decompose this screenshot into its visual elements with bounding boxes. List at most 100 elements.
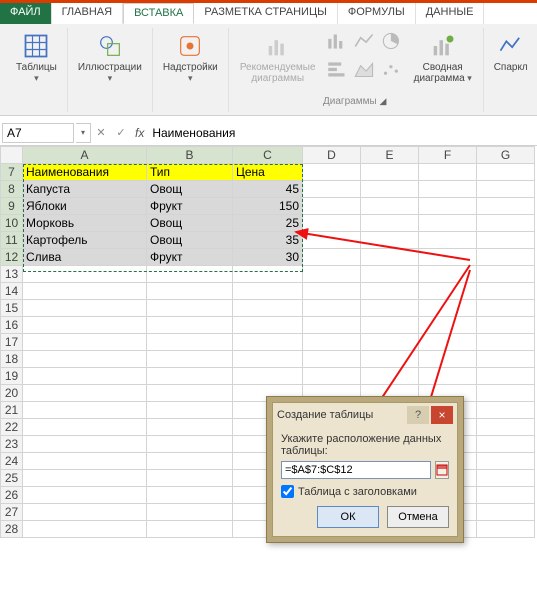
row-header[interactable]: 14 (1, 283, 23, 300)
cell[interactable] (419, 164, 477, 181)
name-box[interactable] (2, 123, 74, 143)
row-header[interactable]: 7 (1, 164, 23, 181)
cell[interactable] (361, 198, 419, 215)
cell[interactable]: 150 (233, 198, 303, 215)
pivot-chart-button[interactable]: Сводная диаграмма (409, 30, 477, 86)
row-header[interactable]: 15 (1, 300, 23, 317)
col-header-e[interactable]: E (361, 147, 419, 164)
dialog-titlebar[interactable]: Создание таблицы ? × (273, 403, 457, 427)
dialog-close-button[interactable]: × (431, 406, 453, 424)
sparklines-button[interactable]: Спаркл (490, 30, 532, 75)
illustrations-button[interactable]: Иллюстрации (74, 30, 146, 86)
cell[interactable] (361, 215, 419, 232)
cell[interactable] (303, 164, 361, 181)
select-all-cell[interactable] (1, 147, 23, 164)
cell[interactable]: 45 (233, 181, 303, 198)
cell[interactable]: Овощ (147, 232, 233, 249)
scatter-chart-icon[interactable] (379, 59, 405, 81)
charts-dialog-launcher[interactable]: ◢ (379, 96, 388, 106)
cell[interactable] (419, 181, 477, 198)
row-header[interactable]: 12 (1, 249, 23, 266)
cell[interactable] (361, 164, 419, 181)
range-selector-button[interactable] (435, 461, 449, 479)
cell[interactable]: Фрукт (147, 198, 233, 215)
row-header[interactable]: 11 (1, 232, 23, 249)
cell[interactable] (477, 249, 535, 266)
tab-page-layout[interactable]: РАЗМЕТКА СТРАНИЦЫ (194, 3, 337, 24)
cell[interactable] (303, 215, 361, 232)
row-header[interactable]: 10 (1, 215, 23, 232)
row-header[interactable]: 17 (1, 334, 23, 351)
headers-checkbox[interactable] (281, 485, 294, 498)
row-header[interactable]: 20 (1, 385, 23, 402)
cell[interactable]: Слива (23, 249, 147, 266)
cell[interactable] (303, 232, 361, 249)
dialog-help-button[interactable]: ? (407, 406, 429, 424)
cell[interactable] (361, 249, 419, 266)
cell[interactable]: 35 (233, 232, 303, 249)
name-box-dropdown[interactable]: ▾ (76, 123, 91, 143)
cell[interactable]: Фрукт (147, 249, 233, 266)
cell[interactable] (361, 232, 419, 249)
cell[interactable] (477, 198, 535, 215)
row-header[interactable]: 16 (1, 317, 23, 334)
cell[interactable] (303, 198, 361, 215)
column-chart-icon[interactable] (325, 30, 351, 52)
row-header[interactable]: 27 (1, 504, 23, 521)
cell[interactable] (477, 215, 535, 232)
tables-button[interactable]: Таблицы (12, 30, 61, 86)
cancel-button[interactable]: Отмена (387, 506, 449, 528)
row-header[interactable]: 19 (1, 368, 23, 385)
cell[interactable] (361, 181, 419, 198)
row-header[interactable]: 21 (1, 402, 23, 419)
cell[interactable]: Овощ (147, 181, 233, 198)
cell[interactable]: Наименования (23, 164, 147, 181)
cell[interactable]: Картофель (23, 232, 147, 249)
cell[interactable] (303, 181, 361, 198)
addins-button[interactable]: Надстройки (159, 30, 222, 86)
bar-chart-icon[interactable] (325, 59, 351, 81)
line-chart-icon[interactable] (352, 30, 378, 52)
row-header[interactable]: 8 (1, 181, 23, 198)
headers-checkbox-label[interactable]: Таблица с заголовками (298, 486, 417, 498)
cell[interactable]: Цена (233, 164, 303, 181)
range-input[interactable] (281, 461, 431, 479)
row-header[interactable]: 9 (1, 198, 23, 215)
cell[interactable]: 25 (233, 215, 303, 232)
formula-input[interactable]: Наименования (148, 124, 537, 142)
cell[interactable] (419, 215, 477, 232)
row-header[interactable]: 23 (1, 436, 23, 453)
cell[interactable] (303, 249, 361, 266)
row-header[interactable]: 18 (1, 351, 23, 368)
fx-icon[interactable]: fх (131, 126, 148, 140)
pie-chart-icon[interactable] (379, 30, 405, 52)
tab-formulas[interactable]: ФОРМУЛЫ (338, 3, 416, 24)
cell[interactable] (477, 232, 535, 249)
col-header-b[interactable]: B (147, 147, 233, 164)
recommended-charts-button[interactable]: Рекомендуемые диаграммы (235, 30, 321, 86)
tab-file[interactable]: ФАЙЛ (0, 3, 52, 24)
col-header-a[interactable]: A (23, 147, 147, 164)
confirm-edit-icon[interactable]: ✓ (111, 126, 131, 139)
cell[interactable] (419, 232, 477, 249)
cell[interactable] (419, 249, 477, 266)
col-header-g[interactable]: G (477, 147, 535, 164)
col-header-c[interactable]: C (233, 147, 303, 164)
cell[interactable] (419, 198, 477, 215)
tab-home[interactable]: ГЛАВНАЯ (52, 3, 123, 24)
area-chart-icon[interactable] (352, 59, 378, 81)
cell[interactable]: Морковь (23, 215, 147, 232)
col-header-f[interactable]: F (419, 147, 477, 164)
cell[interactable]: Яблоки (23, 198, 147, 215)
row-header[interactable]: 25 (1, 470, 23, 487)
cell[interactable]: Капуста (23, 181, 147, 198)
row-header[interactable]: 26 (1, 487, 23, 504)
ok-button[interactable]: ОК (317, 506, 379, 528)
cancel-edit-icon[interactable]: ✕ (91, 126, 111, 139)
cell[interactable]: Овощ (147, 215, 233, 232)
row-header[interactable]: 28 (1, 521, 23, 538)
col-header-d[interactable]: D (303, 147, 361, 164)
row-header[interactable]: 22 (1, 419, 23, 436)
tab-insert[interactable]: ВСТАВКА (123, 3, 194, 24)
cell[interactable]: 30 (233, 249, 303, 266)
